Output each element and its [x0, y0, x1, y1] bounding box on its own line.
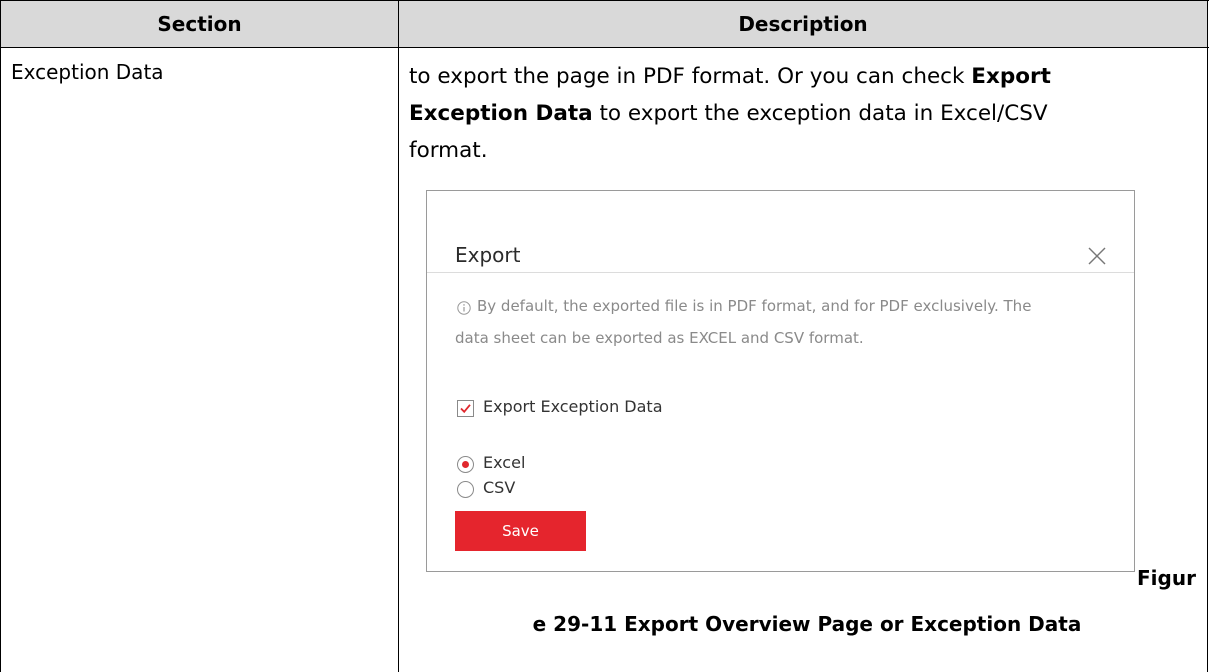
description-text-1: to export the page in PDF format. Or you… — [409, 64, 972, 89]
table-column-divider — [398, 0, 399, 672]
description-text-2: to export the exception data in Excel/CS… — [592, 101, 1048, 126]
header-description: Description — [738, 12, 868, 36]
table-header-divider — [0, 47, 1209, 48]
table-border-left — [0, 0, 1, 672]
info-text-line-2: data sheet can be exported as EXCEL and … — [455, 329, 864, 347]
table-border-right — [1207, 0, 1208, 672]
radio-excel[interactable] — [457, 456, 474, 473]
radio-excel-label: Excel — [483, 453, 526, 472]
export-dialog: Export By default, the exported file is … — [426, 190, 1135, 572]
document-table: Section Description Exception Data to ex… — [0, 0, 1209, 672]
export-exception-checkbox[interactable] — [457, 400, 474, 417]
dialog-title: Export — [455, 243, 521, 267]
checkmark-icon — [460, 404, 471, 414]
close-icon[interactable] — [1087, 246, 1107, 266]
description-text-3: format. — [409, 138, 488, 163]
description-bold-1: Export — [971, 64, 1051, 89]
radio-csv-label: CSV — [483, 478, 516, 497]
info-text-line-1: By default, the exported file is in PDF … — [477, 297, 1032, 315]
save-button[interactable]: Save — [455, 511, 586, 551]
info-circle-icon — [457, 301, 471, 315]
radio-csv[interactable] — [457, 481, 474, 498]
radio-selected-dot — [462, 461, 469, 468]
header-section: Section — [157, 12, 242, 36]
description-bold-2: Exception Data — [409, 101, 593, 126]
dialog-header: Export — [427, 191, 1134, 273]
figure-caption-part-1: Figur — [1137, 566, 1196, 590]
description-text: to export the page in PDF format. Or you… — [409, 58, 1199, 169]
section-cell-text: Exception Data — [11, 60, 164, 84]
checkbox-label: Export Exception Data — [483, 397, 663, 416]
figure-caption-part-2: e 29-11 Export Overview Page or Exceptio… — [532, 612, 1082, 636]
